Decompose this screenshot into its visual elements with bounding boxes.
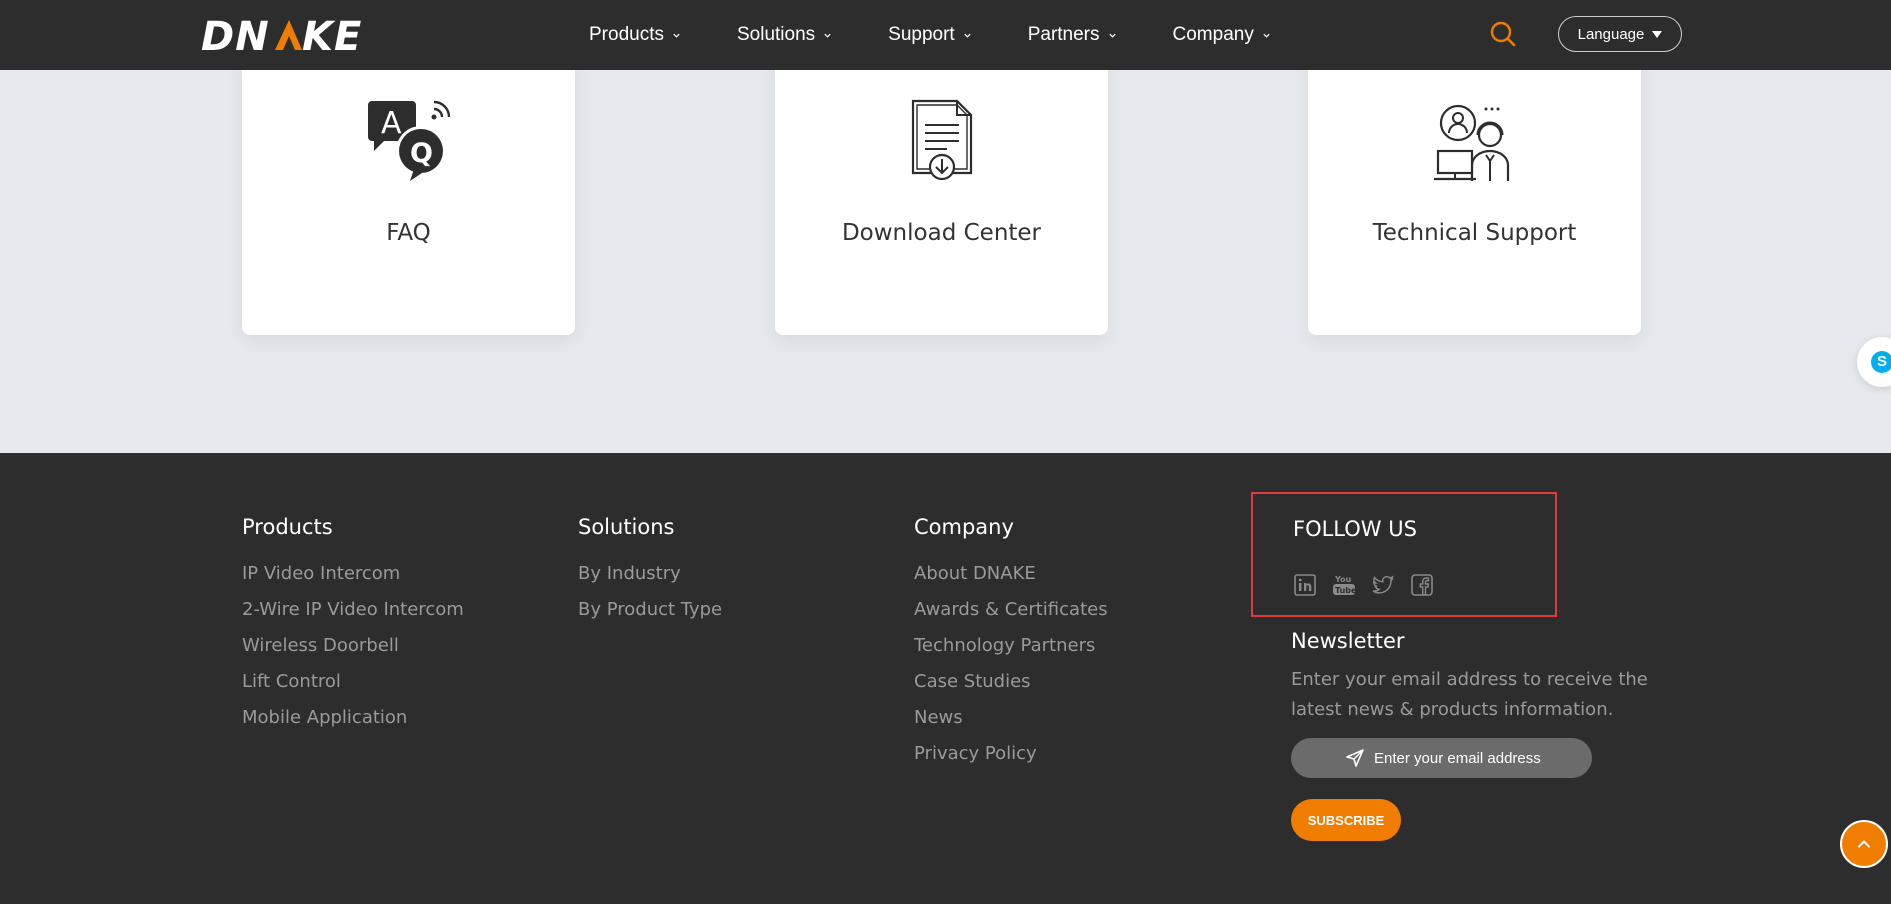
nav-company-label: Company	[1172, 24, 1254, 45]
search-icon[interactable]	[1489, 20, 1517, 48]
card-download-center[interactable]: Download Center	[775, 60, 1108, 335]
site-footer: Products IP Video Intercom 2-Wire IP Vid…	[0, 453, 1891, 904]
technical-support-icon	[1433, 104, 1509, 181]
footer-link-2wire-intercom[interactable]: 2-Wire IP Video Intercom	[242, 600, 464, 620]
main-nav: Products Solutions Support Partners Comp…	[589, 0, 1271, 70]
card-technical-support-label: Technical Support	[1372, 220, 1577, 246]
footer-solutions-title: Solutions	[578, 515, 675, 539]
card-faq-label: FAQ	[386, 220, 431, 246]
footer-link-mobile-application[interactable]: Mobile Application	[242, 708, 464, 728]
caret-down-icon	[1652, 30, 1663, 38]
chevron-down-icon	[824, 33, 831, 38]
nav-partners-label: Partners	[1027, 24, 1100, 45]
facebook-icon[interactable]	[1410, 573, 1434, 597]
follow-us-section: FOLLOW US You Tube	[1251, 492, 1557, 617]
footer-link-news[interactable]: News	[914, 708, 1108, 728]
footer-link-by-industry[interactable]: By Industry	[578, 564, 722, 584]
chevron-down-icon	[673, 33, 680, 38]
site-header: DN KE Products Solutions Support Partner…	[0, 0, 1891, 70]
card-download-center-label: Download Center	[841, 220, 1042, 246]
youtube-icon[interactable]: You Tube	[1332, 573, 1356, 597]
card-technical-support[interactable]: Technical Support	[1308, 60, 1641, 335]
chevron-down-icon	[1263, 33, 1270, 38]
footer-products-title: Products	[242, 515, 333, 539]
download-document-icon	[911, 99, 972, 181]
follow-us-title: FOLLOW US	[1293, 517, 1417, 541]
newsletter-email-field[interactable]	[1291, 738, 1592, 778]
faq-icon: A Q	[367, 100, 450, 181]
footer-link-lift-control[interactable]: Lift Control	[242, 672, 464, 692]
svg-text:A: A	[381, 106, 402, 141]
dnake-logo[interactable]: DN KE	[201, 14, 381, 56]
newsletter-title: Newsletter	[1291, 629, 1405, 653]
svg-text:KE: KE	[302, 14, 362, 56]
footer-solutions-column: Solutions By Industry By Product Type	[578, 515, 722, 636]
svg-text:Q: Q	[410, 138, 433, 169]
subscribe-button[interactable]: SUBSCRIBE	[1291, 799, 1401, 841]
language-label: Language	[1577, 25, 1645, 43]
linkedin-icon[interactable]	[1293, 573, 1317, 597]
newsletter-description: Enter your email address to receive the …	[1291, 669, 1648, 720]
nav-products[interactable]: Products	[589, 24, 681, 46]
footer-link-technology-partners[interactable]: Technology Partners	[914, 636, 1108, 656]
skype-chat-button[interactable]: S	[1857, 337, 1891, 387]
nav-support-label: Support	[888, 24, 955, 45]
footer-link-case-studies[interactable]: Case Studies	[914, 672, 1108, 692]
footer-link-awards[interactable]: Awards & Certificates	[914, 600, 1108, 620]
twitter-icon[interactable]	[1371, 573, 1395, 597]
footer-company-column: Company About DNAKE Awards & Certificate…	[914, 515, 1108, 780]
card-faq[interactable]: A Q FAQ	[242, 60, 575, 335]
newsletter-email-input[interactable]	[1374, 749, 1574, 767]
svg-text:DN: DN	[201, 14, 270, 56]
footer-company-title: Company	[914, 515, 1014, 539]
send-icon	[1346, 749, 1364, 767]
nav-products-label: Products	[589, 24, 664, 45]
chevron-down-icon	[1108, 33, 1116, 38]
back-to-top-button[interactable]	[1840, 820, 1888, 868]
nav-company[interactable]: Company	[1173, 24, 1271, 46]
footer-products-column: Products IP Video Intercom 2-Wire IP Vid…	[242, 515, 464, 744]
svg-text:Tube: Tube	[1335, 586, 1356, 595]
nav-support[interactable]: Support	[888, 24, 972, 46]
nav-solutions-label: Solutions	[736, 24, 816, 45]
footer-link-privacy-policy[interactable]: Privacy Policy	[914, 744, 1108, 764]
footer-link-ip-video-intercom[interactable]: IP Video Intercom	[242, 564, 464, 584]
language-select[interactable]: Language	[1558, 16, 1682, 52]
social-links: You Tube	[1293, 573, 1449, 597]
footer-link-wireless-doorbell[interactable]: Wireless Doorbell	[242, 636, 464, 656]
skype-icon: S	[1871, 351, 1891, 373]
chevron-down-icon	[964, 33, 971, 38]
footer-link-by-product-type[interactable]: By Product Type	[578, 600, 722, 620]
nav-solutions[interactable]: Solutions	[737, 24, 832, 46]
chevron-up-icon	[1858, 840, 1870, 848]
footer-link-about[interactable]: About DNAKE	[914, 564, 1108, 584]
nav-partners[interactable]: Partners	[1028, 24, 1117, 46]
svg-text:You: You	[1334, 575, 1352, 584]
